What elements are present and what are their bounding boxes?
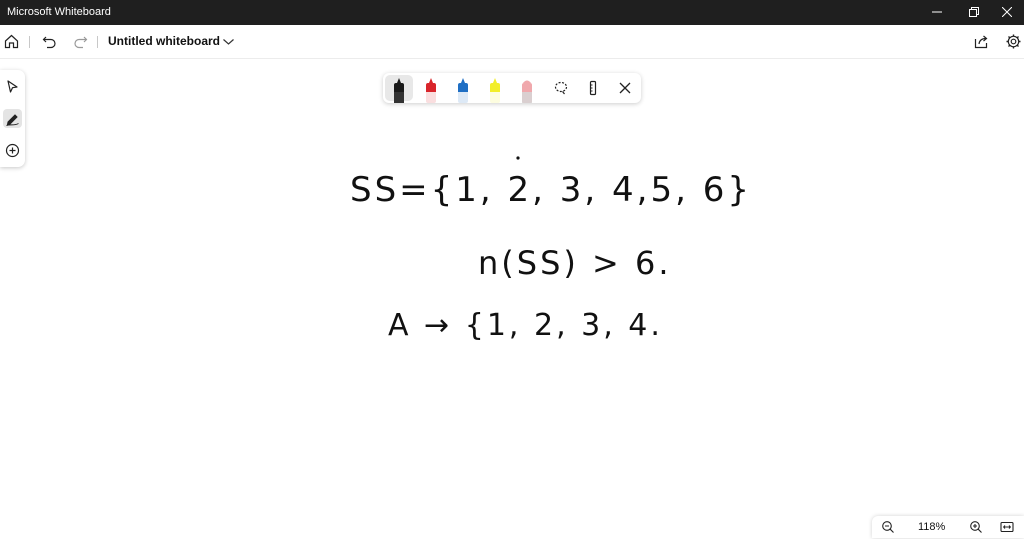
redo-icon bbox=[74, 36, 88, 49]
zoom-level: 118% bbox=[918, 521, 946, 533]
app-title: Microsoft Whiteboard bbox=[7, 6, 111, 18]
gear-icon bbox=[1006, 34, 1021, 49]
fit-width-icon bbox=[1000, 521, 1014, 533]
toolbar-divider bbox=[97, 36, 98, 48]
undo-button[interactable] bbox=[41, 33, 58, 50]
zoom-in-icon bbox=[970, 521, 982, 533]
title-dropdown-button[interactable] bbox=[220, 33, 237, 50]
ink-dot bbox=[516, 156, 520, 160]
settings-button[interactable] bbox=[1005, 33, 1022, 50]
zoom-controls: 118% bbox=[872, 516, 1024, 538]
undo-icon bbox=[42, 36, 56, 49]
zoom-in-button[interactable] bbox=[969, 520, 983, 534]
document-title[interactable]: Untitled whiteboard bbox=[108, 34, 220, 48]
title-bar: Microsoft Whiteboard bbox=[0, 0, 1024, 25]
zoom-out-icon bbox=[882, 521, 894, 533]
home-button[interactable] bbox=[3, 33, 20, 50]
close-window-button[interactable] bbox=[990, 0, 1024, 25]
restore-icon bbox=[969, 7, 979, 17]
zoom-out-button[interactable] bbox=[881, 520, 895, 534]
ink-stroke-layer bbox=[516, 156, 520, 160]
toolbar-divider bbox=[29, 36, 30, 48]
close-icon bbox=[1002, 7, 1012, 17]
redo-button[interactable] bbox=[72, 33, 89, 50]
app-toolbar: Untitled whiteboard bbox=[0, 25, 1024, 59]
fit-to-screen-button[interactable] bbox=[1000, 520, 1014, 534]
whiteboard-canvas[interactable]: SS={1, 2, 3, 4,5, 6} n(SS) > 6. A → {1, … bbox=[0, 58, 1024, 518]
share-button[interactable] bbox=[973, 33, 990, 50]
home-icon bbox=[4, 34, 19, 49]
minimize-button[interactable] bbox=[920, 0, 954, 25]
share-icon bbox=[974, 35, 988, 49]
minimize-icon bbox=[932, 11, 942, 13]
chevron-down-icon bbox=[223, 39, 234, 45]
restore-button[interactable] bbox=[957, 0, 991, 25]
